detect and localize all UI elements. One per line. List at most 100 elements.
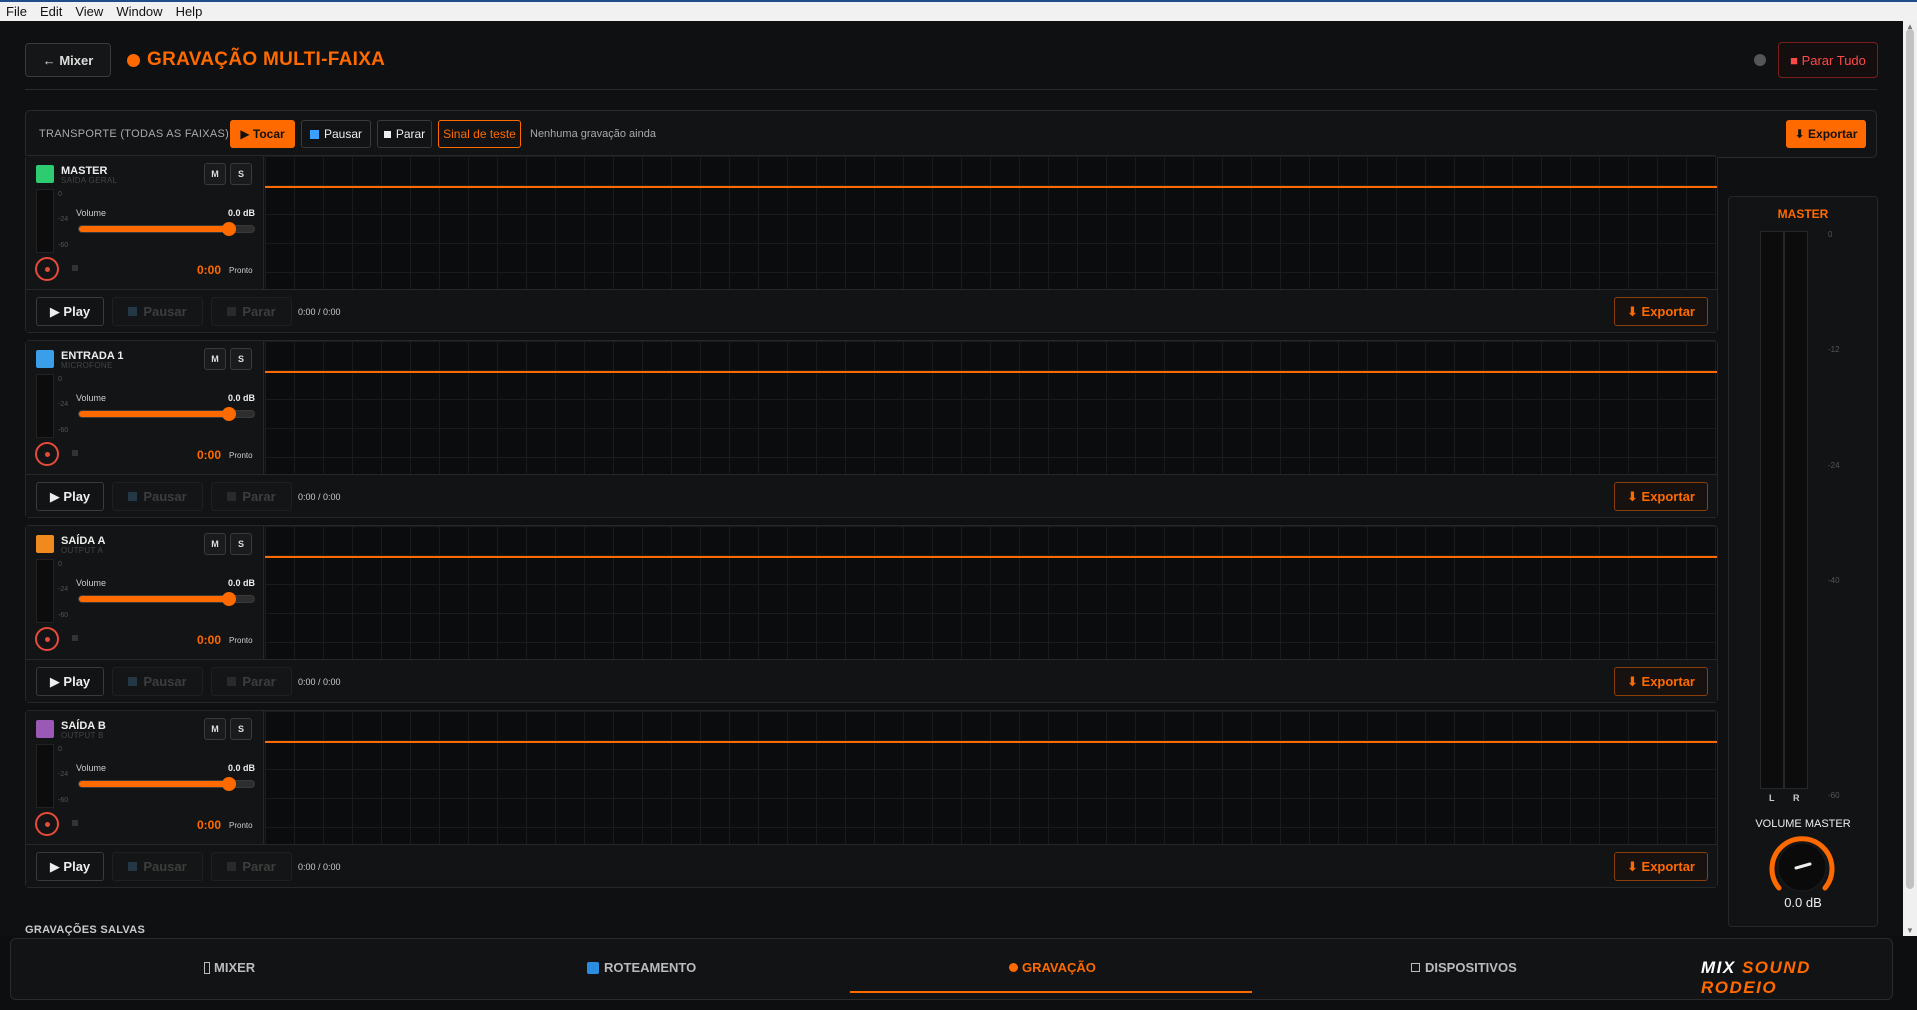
stop-record-icon[interactable]: [72, 635, 78, 641]
waveform-display[interactable]: [265, 711, 1717, 844]
solo-button[interactable]: S: [230, 533, 252, 555]
record-time: 0:00: [197, 263, 222, 277]
stop-record-icon[interactable]: [72, 820, 78, 826]
solo-button[interactable]: S: [230, 718, 252, 740]
menu-edit[interactable]: Edit: [40, 4, 62, 19]
master-scale-label: -40: [1828, 576, 1840, 585]
record-button[interactable]: [35, 627, 59, 651]
stop-all-button[interactable]: ■ Parar Tudo: [1778, 42, 1878, 78]
track-stop-label: Parar: [242, 674, 276, 689]
track-play-button[interactable]: ▶ Play: [36, 667, 104, 696]
pause-icon: [128, 677, 138, 686]
solo-button[interactable]: S: [230, 348, 252, 370]
track-scale-label: -60: [58, 242, 69, 249]
track-subtitle: OUTPUT A: [61, 546, 104, 555]
nav-mixer[interactable]: MIXER: [204, 960, 255, 975]
volume-slider[interactable]: [78, 777, 255, 791]
transport-pause-button[interactable]: Pausar: [301, 120, 371, 148]
record-button[interactable]: [35, 442, 59, 466]
waveform-display[interactable]: [265, 156, 1717, 289]
track-stop-button[interactable]: Parar: [211, 852, 292, 881]
test-signal-button[interactable]: Sinal de teste: [438, 120, 521, 148]
stop-record-icon[interactable]: [72, 265, 78, 271]
master-volume-label: VOLUME MASTER: [1755, 818, 1851, 830]
track-stop-button[interactable]: Parar: [211, 667, 292, 696]
volume-slider[interactable]: [78, 407, 255, 421]
track-controls: SAÍDA A OUTPUT A M S 0 -24 -60 Volume 0.…: [26, 526, 264, 659]
master-scale-label: 0: [1828, 230, 1833, 239]
waveform-display[interactable]: [265, 526, 1717, 659]
track-play-button[interactable]: ▶ Play: [36, 852, 104, 881]
volume-slider-handle[interactable]: [222, 222, 236, 236]
scrollbar-thumb[interactable]: [1906, 29, 1914, 889]
volume-db-value: 0.0 dB: [228, 208, 256, 218]
record-button[interactable]: [35, 257, 59, 281]
track-pause-button[interactable]: Pausar: [112, 667, 203, 696]
track-stop-button[interactable]: Parar: [211, 482, 292, 511]
pause-icon: [128, 307, 138, 316]
track-export-button[interactable]: ⬇ Exportar: [1614, 297, 1708, 326]
track-stop-button[interactable]: Parar: [211, 297, 292, 326]
waveform-display[interactable]: [265, 341, 1717, 474]
nav-recording[interactable]: GRAVAÇÃO: [1009, 960, 1096, 975]
stop-icon: [227, 677, 237, 686]
mute-button[interactable]: M: [204, 718, 226, 740]
track-pause-button[interactable]: Pausar: [112, 852, 203, 881]
track-stop-label: Parar: [242, 489, 276, 504]
record-button[interactable]: [35, 812, 59, 836]
volume-slider[interactable]: [78, 592, 255, 606]
track-color-swatch[interactable]: [36, 350, 54, 368]
track-play-button[interactable]: ▶ Play: [36, 482, 104, 511]
menu-file[interactable]: File: [6, 4, 27, 19]
volume-slider-handle[interactable]: [222, 592, 236, 606]
menu-window[interactable]: Window: [116, 4, 162, 19]
volume-slider-handle[interactable]: [222, 407, 236, 421]
stop-record-icon[interactable]: [72, 450, 78, 456]
menu-help[interactable]: Help: [176, 4, 203, 19]
mute-button[interactable]: M: [204, 163, 226, 185]
scrollbar[interactable]: ▲ ▼: [1903, 21, 1917, 936]
export-all-button[interactable]: ⬇ Exportar: [1786, 120, 1866, 148]
volume-slider-handle[interactable]: [222, 777, 236, 791]
track-export-button[interactable]: ⬇ Exportar: [1614, 667, 1708, 696]
back-to-mixer-button[interactable]: ← Mixer: [25, 43, 111, 77]
devices-icon: [1411, 963, 1420, 972]
master-meter-left: [1760, 231, 1784, 789]
mute-button[interactable]: M: [204, 348, 226, 370]
track-state: Pronto: [229, 636, 253, 645]
volume-slider[interactable]: [78, 222, 255, 236]
track-pause-button[interactable]: Pausar: [112, 297, 203, 326]
track-export-button[interactable]: ⬇ Exportar: [1614, 852, 1708, 881]
track-scale-label: -24: [58, 216, 69, 223]
playback-position: 0:00 / 0:00: [298, 492, 341, 502]
track-playback-bar: ▶ Play Pausar Parar 0:00 / 0:00 ⬇ Export…: [26, 474, 1717, 517]
transport-play-button[interactable]: ▶ Tocar: [230, 120, 295, 148]
track-color-swatch[interactable]: [36, 720, 54, 738]
track-scale-label: -60: [58, 612, 69, 619]
track-state: Pronto: [229, 821, 253, 830]
track-state: Pronto: [229, 451, 253, 460]
brand-part1: MIX: [1701, 958, 1736, 977]
playback-position: 0:00 / 0:00: [298, 677, 341, 687]
nav-devices[interactable]: DISPOSITIVOS: [1411, 960, 1517, 975]
solo-button[interactable]: S: [230, 163, 252, 185]
track-color-swatch[interactable]: [36, 165, 54, 183]
track-color-swatch[interactable]: [36, 535, 54, 553]
nav-routing[interactable]: ROTEAMENTO: [587, 960, 696, 975]
waveform-line: [265, 741, 1717, 743]
track-controls: MASTER SAÍDA GERAL M S 0 -24 -60 Volume …: [26, 156, 264, 289]
volume-slider-fill: [79, 226, 229, 232]
track-strip: SAÍDA A OUTPUT A M S 0 -24 -60 Volume 0.…: [25, 525, 1718, 703]
mute-button[interactable]: M: [204, 533, 226, 555]
menu-view[interactable]: View: [75, 4, 103, 19]
scroll-down-icon[interactable]: ▼: [1906, 926, 1914, 935]
pause-icon: [128, 492, 138, 501]
volume-label: Volume: [76, 393, 107, 403]
master-volume-knob[interactable]: [1765, 830, 1839, 904]
transport-stop-button[interactable]: Parar: [377, 120, 432, 148]
track-level-meter: [36, 189, 54, 253]
track-pause-button[interactable]: Pausar: [112, 482, 203, 511]
track-export-button[interactable]: ⬇ Exportar: [1614, 482, 1708, 511]
track-scale-label: 0: [58, 191, 62, 198]
track-play-button[interactable]: ▶ Play: [36, 297, 104, 326]
